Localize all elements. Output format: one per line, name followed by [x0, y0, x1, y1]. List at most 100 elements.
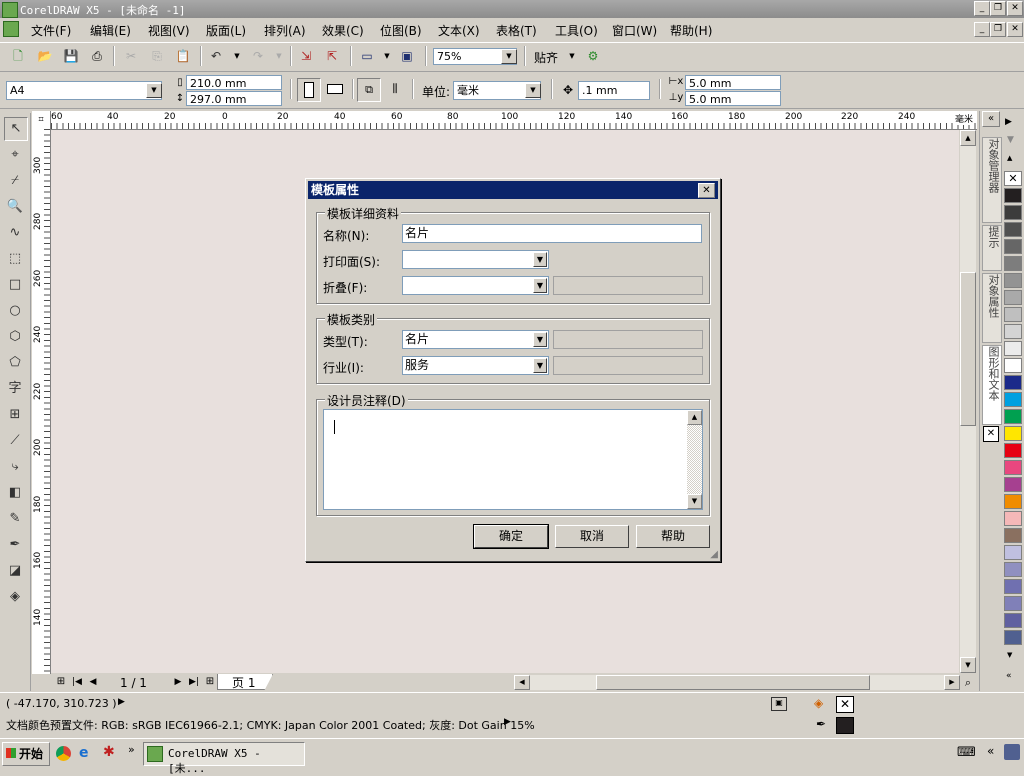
keyboard-icon[interactable]: ⌨: [957, 745, 976, 760]
paste-icon[interactable]: 📋: [174, 47, 192, 65]
restore-button[interactable]: ❐: [990, 1, 1006, 16]
color-swatch[interactable]: [1004, 426, 1022, 441]
tray-expand-icon[interactable]: «: [987, 744, 994, 758]
zoom-tool-icon[interactable]: 🔍: [4, 196, 26, 218]
scroll-right-arrow-icon[interactable]: ▶: [944, 675, 960, 690]
launcher-dropdown-icon[interactable]: ▼: [378, 47, 396, 65]
vertical-scrollbar[interactable]: ▲ ▼: [960, 130, 976, 673]
name-field[interactable]: 名片: [402, 224, 702, 243]
color-swatch[interactable]: [1004, 273, 1022, 288]
color-swatch[interactable]: [1004, 205, 1022, 220]
open-icon[interactable]: 📂: [36, 47, 54, 65]
save-icon[interactable]: 💾: [62, 47, 80, 65]
rectangle-tool-icon[interactable]: □: [4, 274, 26, 296]
notes-scroll-up-icon[interactable]: ▲: [687, 410, 702, 425]
application-launcher-icon[interactable]: ▭: [358, 47, 376, 65]
coords-expand-icon[interactable]: ▶: [118, 697, 125, 707]
outline-color-swatch[interactable]: [836, 717, 854, 734]
vertical-scroll-thumb[interactable]: [960, 272, 976, 426]
color-swatch[interactable]: [1004, 613, 1022, 628]
resize-grip-icon[interactable]: ◢: [710, 549, 718, 560]
color-swatch[interactable]: [1004, 562, 1022, 577]
basic-shapes-tool-icon[interactable]: ⬠: [4, 352, 26, 374]
menu-view[interactable]: 视图(V): [148, 22, 190, 39]
color-swatch[interactable]: [1004, 375, 1022, 390]
landscape-button[interactable]: [324, 78, 346, 100]
color-swatch[interactable]: [1004, 392, 1022, 407]
color-swatch[interactable]: [1004, 188, 1022, 203]
graphics-and-text-tab[interactable]: 图形和文本: [982, 345, 1002, 425]
palette-scroll-icon[interactable]: ▼: [1007, 135, 1014, 145]
notes-scroll-down-icon[interactable]: ▼: [687, 494, 702, 509]
menu-file[interactable]: 文件(F): [31, 22, 71, 39]
doc-close-button[interactable]: ✕: [1007, 22, 1023, 37]
color-swatch[interactable]: [1004, 596, 1022, 611]
type-select[interactable]: 名片 ▼: [402, 330, 549, 349]
polygon-tool-icon[interactable]: ⬡: [4, 326, 26, 348]
insert-page-after-icon[interactable]: ⊞: [201, 673, 219, 691]
industry-dropdown-icon[interactable]: ▼: [533, 358, 547, 373]
page-width-field[interactable]: 210.0 mm: [186, 75, 282, 90]
color-swatch[interactable]: [1004, 290, 1022, 305]
horizontal-scrollbar[interactable]: ◀ ▶: [514, 675, 960, 690]
color-swatch[interactable]: [1004, 358, 1022, 373]
object-properties-tab[interactable]: 对象属性: [982, 273, 1002, 343]
units-dropdown-icon[interactable]: ▼: [525, 83, 541, 98]
menu-tools[interactable]: 工具(O): [555, 22, 598, 39]
taskbar-task-coreldraw[interactable]: CorelDRAW X5 - [未...: [143, 742, 305, 775]
color-swatch[interactable]: [1004, 511, 1022, 526]
doc-minimize-button[interactable]: _: [974, 22, 990, 37]
blend-tool-icon[interactable]: ◧: [4, 482, 26, 504]
navigator-icon[interactable]: ⌕: [959, 674, 977, 692]
export-icon[interactable]: ⇱: [323, 47, 341, 65]
palette-scroll-up-icon[interactable]: ▶: [1005, 117, 1012, 127]
fill-none-swatch[interactable]: ✕: [836, 696, 854, 713]
dimension-tool-icon[interactable]: ⟋: [4, 430, 26, 452]
menu-bitmaps[interactable]: 位图(B): [380, 22, 422, 39]
color-swatch[interactable]: [1004, 222, 1022, 237]
menu-table[interactable]: 表格(T): [496, 22, 537, 39]
connector-tool-icon[interactable]: ⤷: [4, 456, 26, 478]
snap-to-label[interactable]: 贴齐: [534, 49, 558, 66]
quicklaunch-more-icon[interactable]: »: [128, 743, 135, 756]
color-swatch[interactable]: [1004, 239, 1022, 254]
color-swatch[interactable]: [1004, 307, 1022, 322]
cancel-button[interactable]: 取消: [555, 525, 629, 548]
color-swatch[interactable]: [1004, 341, 1022, 356]
object-manager-tab[interactable]: 对象管理器: [982, 137, 1002, 223]
menu-layout[interactable]: 版面(L): [206, 22, 246, 39]
color-swatch[interactable]: [1004, 256, 1022, 271]
color-swatch[interactable]: [1004, 579, 1022, 594]
docker-close-icon[interactable]: ✕: [983, 426, 999, 442]
chrome-icon[interactable]: [56, 746, 71, 761]
color-swatch[interactable]: [1004, 477, 1022, 492]
welcome-screen-icon[interactable]: ▣: [398, 47, 416, 65]
page-height-field[interactable]: 297.0 mm: [186, 91, 282, 106]
interactive-fill-tool-icon[interactable]: ◈: [4, 586, 26, 608]
redo-dropdown-icon[interactable]: ▼: [270, 47, 288, 65]
profile-expand-icon[interactable]: ▶: [504, 717, 511, 727]
fold-select[interactable]: ▼: [402, 276, 549, 295]
duplicate-y-field[interactable]: 5.0 mm: [685, 91, 781, 106]
menu-text[interactable]: 文本(X): [438, 22, 480, 39]
previous-page-icon[interactable]: ◀: [84, 673, 102, 691]
menu-effects[interactable]: 效果(C): [322, 22, 364, 39]
scroll-left-arrow-icon[interactable]: ◀: [514, 675, 530, 690]
page-size-select[interactable]: A4: [6, 81, 162, 100]
ruler-corner[interactable]: ⌗: [32, 111, 51, 130]
new-document-icon[interactable]: 🗋: [9, 47, 27, 65]
menu-window[interactable]: 窗口(W): [612, 22, 657, 39]
print-side-select[interactable]: ▼: [402, 250, 549, 269]
fill-tool-icon[interactable]: ◪: [4, 560, 26, 582]
ok-button[interactable]: 确定: [473, 524, 549, 549]
app-shortcut-icon[interactable]: ✱: [103, 744, 115, 760]
palette-down-icon[interactable]: ▼: [1007, 651, 1012, 659]
horizontal-scroll-thumb[interactable]: [596, 675, 870, 690]
outline-tool-icon[interactable]: ✒: [4, 534, 26, 556]
table-tool-icon[interactable]: ⊞: [4, 404, 26, 426]
scroll-up-arrow-icon[interactable]: ▲: [960, 130, 976, 146]
color-swatch[interactable]: [1004, 528, 1022, 543]
docker-collapse-icon[interactable]: «: [982, 111, 1000, 127]
zoom-dropdown-icon[interactable]: ▼: [501, 49, 517, 64]
cut-icon[interactable]: ✂: [122, 47, 140, 65]
